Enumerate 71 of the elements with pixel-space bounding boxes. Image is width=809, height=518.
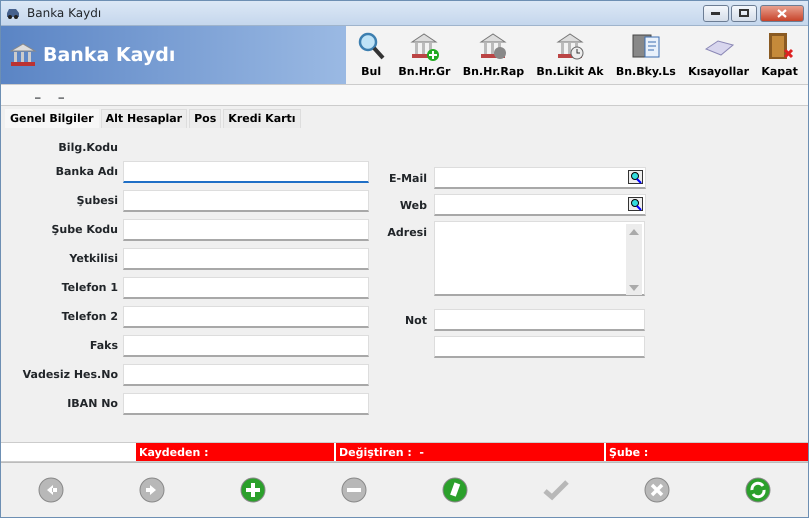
- add-button[interactable]: [239, 476, 268, 504]
- toolbar-button[interactable]: Bn.Hr.Gr: [396, 26, 452, 84]
- field-label: Telefon 2: [60, 308, 118, 325]
- field-label: Faks: [88, 338, 118, 354]
- text-area[interactable]: [434, 221, 645, 296]
- field-label: Vadesiz Hes.No: [22, 366, 118, 383]
- field-label: Bilg.Kodu: [57, 140, 118, 156]
- search-book-icon: [628, 170, 643, 184]
- tab[interactable]: Genel Bilgiler: [5, 109, 99, 128]
- field-label: Not: [404, 313, 427, 329]
- text-field[interactable]: [123, 364, 369, 386]
- toolbar-button[interactable]: Bn.Likit Ak: [534, 26, 606, 84]
- magnifier-icon: [356, 30, 386, 60]
- refresh-button[interactable]: [744, 476, 772, 504]
- menu-item[interactable]: _: [58, 85, 64, 105]
- field-label: Adresi: [386, 225, 427, 241]
- minimize-icon: [711, 12, 720, 14]
- toolbar-button[interactable]: Kısayollar: [686, 26, 752, 84]
- text-field[interactable]: [123, 335, 369, 357]
- field-label: E-Mail: [388, 171, 427, 187]
- remove-icon: [340, 476, 368, 504]
- back-icon: [37, 476, 66, 504]
- text-field[interactable]: [434, 309, 645, 331]
- field-label: IBAN No: [66, 396, 118, 412]
- bank-icon: [478, 30, 508, 60]
- bank-clock-icon: [554, 30, 585, 60]
- tab[interactable]: Kredi Kartı: [223, 109, 301, 128]
- header-title: Banka Kaydı: [43, 42, 176, 68]
- text-field[interactable]: [123, 190, 369, 212]
- cancel-icon: [642, 476, 671, 504]
- car-icon: [5, 7, 21, 19]
- field-label: Telefon 1: [60, 280, 118, 296]
- text-field[interactable]: [434, 336, 645, 358]
- field-label: Şubesi: [76, 192, 118, 209]
- toolbar-button[interactable]: Bul: [354, 26, 388, 84]
- tab[interactable]: Pos: [189, 109, 222, 128]
- menu-item[interactable]: _: [35, 85, 40, 105]
- maximize-icon: [739, 9, 750, 17]
- close-icon: [777, 8, 787, 18]
- text-field[interactable]: [123, 393, 369, 415]
- text-field[interactable]: [434, 167, 646, 189]
- field-label: Banka Adı: [54, 164, 118, 180]
- refresh-icon: [744, 476, 772, 504]
- edit-icon: [440, 476, 469, 504]
- maximize-button[interactable]: [731, 4, 758, 22]
- bank-plus-icon: [409, 30, 440, 60]
- tab[interactable]: Alt Hesaplar: [100, 109, 188, 128]
- toolbar-button[interactable]: Bn.Hr.Rap: [460, 26, 526, 84]
- forward-icon: [138, 476, 166, 504]
- field-label: Web: [398, 198, 427, 214]
- bank-icon: [9, 42, 37, 68]
- search-book-icon: [628, 197, 643, 211]
- toolbar-button[interactable]: Kapat: [759, 26, 800, 84]
- minimize-button[interactable]: [702, 4, 728, 22]
- text-field[interactable]: [434, 194, 646, 216]
- status-text: Şube :: [604, 443, 808, 461]
- field-label: Yetkilisi: [68, 250, 118, 267]
- close-button[interactable]: [760, 4, 804, 22]
- text-field[interactable]: [123, 161, 369, 183]
- scrollbar[interactable]: [626, 224, 642, 295]
- toolbar-button[interactable]: Bn.Bky.Ls: [614, 26, 678, 84]
- status-text: Değiştiren : -: [334, 443, 604, 461]
- window-title: Banka Kaydı: [27, 5, 102, 22]
- text-field[interactable]: [123, 248, 369, 270]
- text-field[interactable]: [123, 306, 369, 328]
- status-text: Kaydeden :: [134, 443, 334, 461]
- add-icon: [239, 476, 268, 504]
- text-field[interactable]: [123, 219, 369, 241]
- edit-button[interactable]: [440, 476, 469, 504]
- text-field[interactable]: [123, 277, 369, 299]
- field-label: Şube Kodu: [50, 222, 118, 238]
